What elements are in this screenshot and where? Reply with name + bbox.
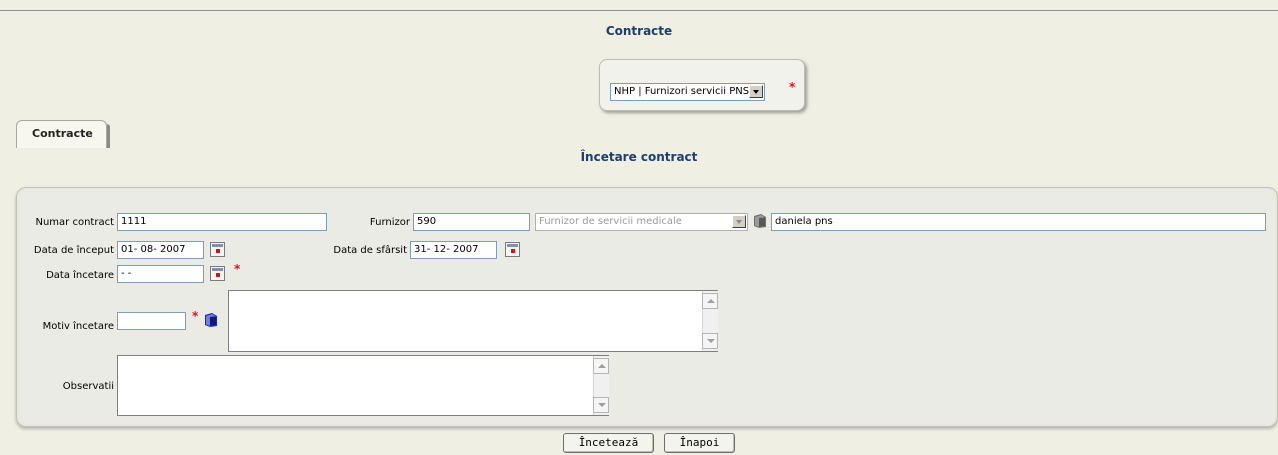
data-inceput-input[interactable]: 01- 08- 2007 bbox=[117, 241, 204, 259]
data-sfarsit-input[interactable]: 31- 12- 2007 bbox=[410, 241, 497, 259]
furnizor-type-select: Furnizor de servicii medicale bbox=[535, 213, 748, 231]
calendar-icon[interactable] bbox=[505, 242, 520, 257]
motiv-incetare-description[interactable] bbox=[228, 290, 718, 352]
inapoi-button[interactable]: Înapoi bbox=[664, 433, 735, 453]
data-incetare-label: Data încetare bbox=[46, 270, 114, 281]
furnizor-code-input[interactable]: 590 bbox=[413, 213, 530, 231]
program-selector-box: NHP | Furnizori servicii PNS * bbox=[599, 59, 805, 111]
scrollbar[interactable] bbox=[593, 356, 609, 415]
calendar-icon[interactable] bbox=[210, 266, 225, 281]
tab-contracte[interactable]: Contracte bbox=[16, 120, 110, 148]
inceteaza-button[interactable]: Încetează bbox=[563, 433, 654, 453]
scrollbar[interactable] bbox=[702, 291, 718, 351]
scroll-up-icon[interactable] bbox=[593, 358, 609, 374]
scroll-down-icon[interactable] bbox=[702, 333, 718, 349]
furnizor-type-value: Furnizor de servicii medicale bbox=[539, 216, 682, 227]
data-incetare-input[interactable]: - - bbox=[117, 265, 204, 283]
data-sfarsit-label: Data de sfârsit bbox=[333, 245, 407, 256]
motiv-incetare-code-input[interactable] bbox=[117, 312, 186, 330]
observatii-textarea[interactable] bbox=[117, 355, 609, 416]
scroll-down-icon[interactable] bbox=[593, 397, 609, 413]
program-select[interactable]: NHP | Furnizori servicii PNS bbox=[610, 83, 765, 101]
scroll-up-icon[interactable] bbox=[702, 293, 718, 309]
observatii-label: Observatii bbox=[62, 381, 114, 392]
data-inceput-label: Data de început bbox=[33, 245, 114, 256]
required-mark: * bbox=[789, 80, 796, 94]
page-title: Contracte bbox=[605, 24, 673, 38]
furnizor-label: Furnizor bbox=[369, 217, 410, 228]
motiv-incetare-label: Motiv încetare bbox=[42, 321, 114, 332]
numar-contract-input[interactable]: 1111 bbox=[117, 213, 327, 231]
chevron-down-icon bbox=[732, 215, 746, 228]
numar-contract-label: Numar contract bbox=[35, 217, 114, 228]
program-select-value: NHP | Furnizori servicii PNS bbox=[614, 86, 750, 97]
lookup-book-icon[interactable] bbox=[752, 213, 768, 229]
top-divider bbox=[0, 10, 1278, 11]
required-mark: * bbox=[234, 262, 241, 276]
required-mark: * bbox=[192, 309, 199, 323]
furnizor-name-input[interactable]: daniela pns bbox=[771, 213, 1266, 231]
section-title: Încetare contract bbox=[580, 150, 698, 164]
chevron-down-icon[interactable] bbox=[749, 85, 763, 98]
calendar-icon[interactable] bbox=[210, 242, 225, 257]
lookup-book-icon[interactable] bbox=[203, 312, 219, 328]
